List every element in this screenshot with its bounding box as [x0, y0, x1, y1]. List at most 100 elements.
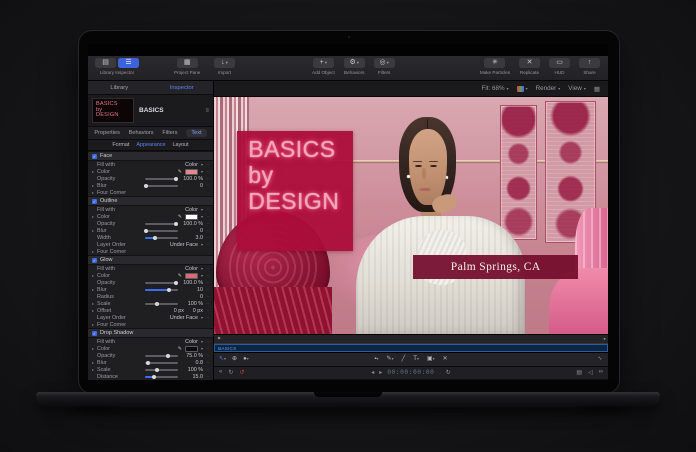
opacity-row[interactable]: Opacity100.0 %–	[88, 220, 213, 227]
slider-track[interactable]	[145, 223, 178, 225]
tab-behaviors[interactable]: Behaviors	[129, 130, 154, 136]
eyedropper-icon[interactable]: ✎	[178, 346, 182, 352]
tab-text[interactable]: Text	[186, 129, 206, 137]
animation-menu-icon[interactable]: –	[206, 169, 210, 174]
eyedropper-icon[interactable]: ✎	[178, 273, 182, 279]
color-row[interactable]: ▸Color✎▾–	[88, 345, 213, 352]
animation-menu-icon[interactable]: –	[206, 287, 210, 292]
animation-menu-icon[interactable]: –	[206, 235, 210, 240]
select-transform-tool[interactable]: ↖▾	[219, 355, 226, 362]
width-row[interactable]: Width3.0–	[88, 234, 213, 241]
slider-value[interactable]: 3.0	[181, 235, 203, 241]
mask-tool[interactable]: ▣▾	[427, 355, 435, 362]
animation-menu-icon[interactable]: –	[206, 308, 210, 313]
slider-track[interactable]	[145, 282, 178, 284]
eyedropper-icon[interactable]: ✎	[178, 214, 182, 220]
slider-value[interactable]: 0.8	[181, 360, 203, 366]
title-graphic[interactable]: BASICS by DESIGN	[237, 131, 353, 251]
animation-menu-icon[interactable]: –	[206, 280, 210, 285]
blur-row[interactable]: ▸Blur0–	[88, 227, 213, 234]
four-corner-row[interactable]: ▸Four Corner	[88, 248, 213, 255]
mini-timeline[interactable]: ⚑ ▸	[214, 334, 608, 344]
canvas-viewport[interactable]: BASICS by DESIGN Palm Springs, CA	[214, 97, 608, 334]
slider-thumb[interactable]	[152, 375, 156, 379]
loop-playback-button[interactable]: ↻	[228, 369, 233, 376]
slider-track[interactable]	[145, 289, 178, 291]
slider-thumb[interactable]	[174, 222, 178, 226]
animation-menu-icon[interactable]: –	[206, 339, 210, 344]
scale-row[interactable]: ▸Scale100 %–	[88, 300, 213, 307]
animation-menu-icon[interactable]: –	[206, 294, 210, 299]
animation-menu-icon[interactable]: –	[206, 367, 210, 372]
preview-menu-icon[interactable]: ≡	[205, 108, 209, 114]
delete-tool[interactable]: ✕	[443, 355, 448, 362]
slider-thumb[interactable]	[144, 229, 148, 233]
slider-thumb[interactable]	[155, 368, 159, 372]
slider-thumb[interactable]	[146, 361, 150, 365]
scale-row[interactable]: ▸Scale100 %–	[88, 366, 213, 373]
filters-button[interactable]: ◎▾	[374, 58, 395, 68]
show-hud-button[interactable]: ▤	[576, 369, 582, 376]
location-text-graphic[interactable]: Palm Springs, CA	[413, 255, 578, 279]
loop-range-button[interactable]: ↻	[446, 369, 451, 376]
slider-thumb[interactable]	[153, 236, 157, 240]
slider-value[interactable]: 10	[181, 287, 203, 293]
fill-with-row[interactable]: Fill withColor▾–	[88, 161, 213, 168]
import-button[interactable]: ↓▾	[214, 58, 235, 68]
play-button[interactable]: ▸	[379, 369, 382, 376]
bezier-tool[interactable]: ✎▾	[387, 355, 394, 362]
slider-track[interactable]	[145, 369, 178, 371]
behaviors-button[interactable]: ⚙▾	[344, 58, 365, 68]
channels-popup[interactable]: ▾	[517, 86, 528, 92]
color-row[interactable]: ▸Color✎▾–	[88, 168, 213, 175]
animation-menu-icon[interactable]: –	[206, 301, 210, 306]
slider-value[interactable]: 0	[181, 183, 203, 189]
slider-track[interactable]	[145, 362, 178, 364]
view-popup[interactable]: View▾	[568, 85, 586, 92]
slider-thumb[interactable]	[166, 354, 170, 358]
timecode-display[interactable]: 00:00:00:00	[387, 369, 434, 376]
slider-value[interactable]: 100 %	[181, 367, 203, 373]
slider-value[interactable]: 100.0 %	[181, 176, 203, 182]
slider-track[interactable]	[145, 355, 178, 357]
animation-menu-icon[interactable]: –	[206, 221, 210, 226]
distance-row[interactable]: Distance15.0–	[88, 373, 213, 380]
adjust-item-tool[interactable]: ●▾	[243, 356, 249, 362]
slider-thumb[interactable]	[155, 302, 159, 306]
marker-flag-icon[interactable]: ⚑	[217, 336, 221, 342]
make-particles-button[interactable]: ✳	[484, 58, 505, 68]
zoom-level-popup[interactable]: Fit: 68%▾	[481, 85, 508, 92]
color-swatch[interactable]	[185, 273, 198, 279]
slider-track[interactable]	[145, 303, 178, 305]
slider-value[interactable]: 15.0	[181, 374, 203, 380]
opacity-row[interactable]: Opacity100.0 %–	[88, 279, 213, 286]
resize-handle-icon[interactable]: ↔	[596, 354, 604, 362]
layer-order-row[interactable]: Layer OrderUnder Face▾–	[88, 314, 213, 321]
slider-track[interactable]	[145, 185, 178, 187]
popup-value[interactable]: Under Face	[170, 315, 198, 321]
animation-menu-icon[interactable]: –	[206, 162, 210, 167]
tab-library[interactable]: Library	[88, 81, 151, 94]
tab-inspector[interactable]: Inspector	[151, 81, 214, 94]
inspector-button[interactable]: ☰	[118, 58, 139, 68]
slider-thumb[interactable]	[167, 288, 171, 292]
slider-value[interactable]: 100.0 %	[181, 221, 203, 227]
animation-menu-icon[interactable]: –	[206, 207, 210, 212]
opacity-row[interactable]: Opacity100.0 %–	[88, 175, 213, 182]
share-button[interactable]: ↑	[579, 58, 600, 68]
slider-track[interactable]	[145, 237, 178, 239]
subtab-appearance[interactable]: Appearance	[136, 142, 165, 148]
popup-value[interactable]: Color	[176, 266, 198, 272]
section-header-drop-shadow[interactable]: ✓Drop Shadow	[88, 328, 213, 338]
go-to-start-button[interactable]: «	[219, 369, 222, 376]
slider-value[interactable]: 100.0 %	[181, 280, 203, 286]
animation-menu-icon[interactable]: –	[206, 228, 210, 233]
slider-track[interactable]	[145, 230, 178, 232]
animation-menu-icon[interactable]: –	[206, 315, 210, 320]
popup-value[interactable]: Color	[176, 207, 198, 213]
eyedropper-icon[interactable]: ✎	[178, 169, 182, 175]
section-header-face[interactable]: ✓Face	[88, 151, 213, 161]
project-pane-button[interactable]: ▦	[177, 58, 198, 68]
color-row[interactable]: ▸Color✎▾–	[88, 213, 213, 220]
animation-menu-icon[interactable]: –	[206, 273, 210, 278]
